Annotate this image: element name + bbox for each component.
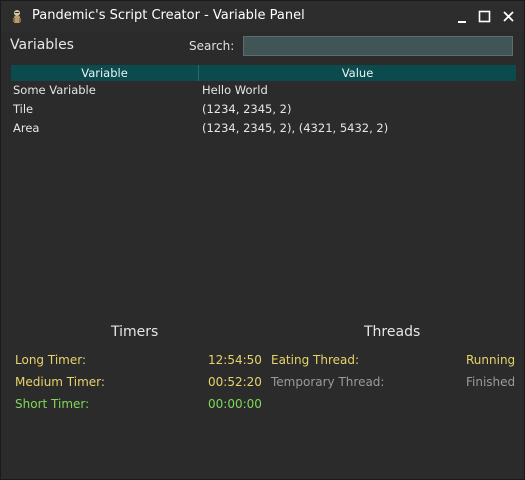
maximize-icon[interactable] xyxy=(477,9,493,25)
timers-title: Timers xyxy=(111,324,159,340)
variable-name-cell: Tile xyxy=(13,102,34,116)
variable-name-cell: Area xyxy=(13,121,40,135)
variables-table: Variable Value Some Variable Hello World… xyxy=(11,65,516,138)
search-input[interactable] xyxy=(243,36,513,56)
app-logo-icon xyxy=(13,10,21,23)
variable-value-cell: (1234, 2345, 2) xyxy=(202,102,292,116)
variable-value-cell: Hello World xyxy=(202,83,268,97)
eating-thread-status: Running xyxy=(466,353,516,367)
temporary-thread-status: Finished xyxy=(466,375,516,389)
medium-timer-value: 00:52:20 xyxy=(208,375,262,389)
table-row[interactable]: Tile (1234, 2345, 2) xyxy=(11,100,516,119)
temporary-thread-label: Temporary Thread: xyxy=(271,375,385,389)
window-title: Pandemic's Script Creator - Variable Pan… xyxy=(32,8,305,23)
short-timer-label: Short Timer: xyxy=(15,397,90,411)
close-icon[interactable] xyxy=(501,9,517,25)
eating-thread-label: Eating Thread: xyxy=(271,353,360,367)
search-label: Search: xyxy=(189,39,235,53)
title-bar[interactable]: Pandemic's Script Creator - Variable Pan… xyxy=(1,1,524,32)
table-row[interactable]: Area (1234, 2345, 2), (4321, 5432, 2) xyxy=(11,119,516,138)
column-header-variable[interactable]: Variable xyxy=(11,65,199,81)
variable-panel: Variables Search: Variable Value Some Va… xyxy=(3,32,522,478)
variable-value-cell: (1234, 2345, 2), (4321, 5432, 2) xyxy=(202,121,389,135)
minimize-icon[interactable] xyxy=(455,9,471,25)
panel-title: Variables xyxy=(10,37,74,53)
threads-title: Threads xyxy=(364,324,421,340)
long-timer-value: 12:54:50 xyxy=(208,353,262,367)
app-window: Pandemic's Script Creator - Variable Pan… xyxy=(0,0,525,480)
long-timer-label: Long Timer: xyxy=(15,353,86,367)
variable-name-cell: Some Variable xyxy=(13,83,96,97)
medium-timer-label: Medium Timer: xyxy=(15,375,105,389)
column-header-value[interactable]: Value xyxy=(199,65,516,81)
table-row[interactable]: Some Variable Hello World xyxy=(11,81,516,100)
short-timer-value: 00:00:00 xyxy=(208,397,262,411)
table-header: Variable Value xyxy=(11,65,516,81)
